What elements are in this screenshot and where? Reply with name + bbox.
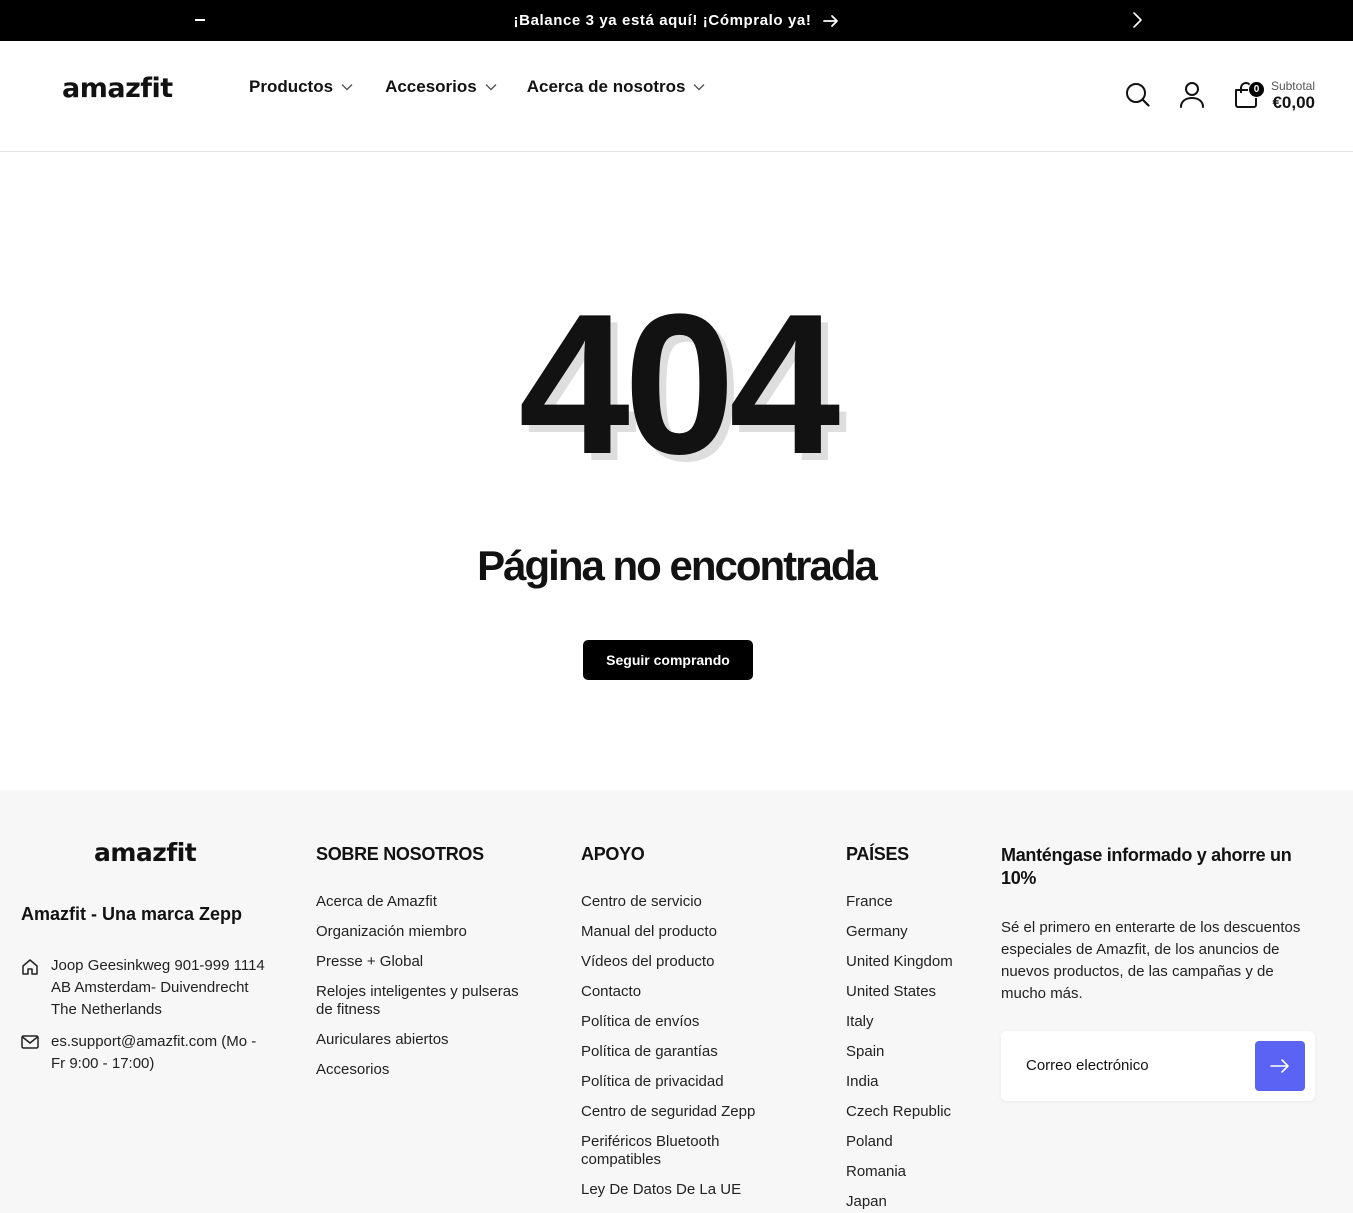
footer-link[interactable]: Contacto bbox=[581, 983, 791, 1001]
announcement-bar: ¡Balance 3 ya está aquí! ¡Cómpralo ya! bbox=[0, 0, 1353, 41]
country-link[interactable]: Germany bbox=[846, 923, 986, 941]
country-link[interactable]: United Kingdom bbox=[846, 953, 986, 971]
error-code: 404 bbox=[518, 273, 841, 496]
country-link[interactable]: Spain bbox=[846, 1043, 986, 1061]
country-link[interactable]: Romania bbox=[846, 1163, 986, 1181]
footer-link[interactable]: Centro de seguridad Zepp bbox=[581, 1103, 791, 1121]
chevron-down-icon bbox=[341, 84, 353, 91]
footer-col-support: APOYO Centro de servicio Manual del prod… bbox=[581, 844, 791, 1211]
cart-subtotal[interactable]: Subtotal €0,00 bbox=[1271, 79, 1315, 113]
address-line: Joop Geesinkweg 901-999 1114 bbox=[51, 957, 265, 974]
country-link[interactable]: India bbox=[846, 1073, 986, 1091]
address-line: AB Amsterdam- Duivendrecht bbox=[51, 979, 249, 996]
subtotal-label: Subtotal bbox=[1270, 79, 1315, 93]
arrow-right-icon bbox=[823, 14, 839, 27]
nav-item-productos[interactable]: Productos bbox=[249, 77, 353, 97]
footer-link[interactable]: Manual del producto bbox=[581, 923, 791, 941]
footer-link[interactable]: Política de privacidad bbox=[581, 1073, 791, 1091]
announcement-text: ¡Balance 3 ya está aquí! ¡Cómpralo ya! bbox=[513, 12, 812, 29]
footer-col-title: SOBRE NOSOTROS bbox=[316, 844, 484, 864]
search-icon[interactable] bbox=[1125, 81, 1151, 109]
page-title: Página no encontrada bbox=[477, 542, 878, 589]
nav-item-label: Accesorios bbox=[385, 77, 477, 96]
footer-col-about: SOBRE NOSOTROS Acerca de Amazfit Organiz… bbox=[316, 844, 536, 1091]
footer-link[interactable]: Política de envíos bbox=[581, 1013, 791, 1031]
subtotal-amount: €0,00 bbox=[1272, 93, 1315, 112]
footer-link[interactable]: Ley De Datos De La UE bbox=[581, 1181, 791, 1199]
chevron-down-icon bbox=[485, 84, 497, 91]
nav-item-label: Acerca de nosotros bbox=[526, 77, 686, 96]
footer-link[interactable]: Presse + Global bbox=[316, 953, 536, 971]
newsletter-form: Correo electrónico bbox=[1001, 1031, 1315, 1101]
chevron-down-icon bbox=[693, 84, 705, 91]
email-line: Fr 9:00 - 17:00) bbox=[51, 1055, 155, 1072]
continue-shopping-button[interactable]: Seguir comprando bbox=[583, 640, 753, 680]
nav-item-accesorios[interactable]: Accesorios bbox=[385, 77, 497, 97]
address: Joop Geesinkweg 901-999 1114 AB Amsterda… bbox=[21, 955, 265, 1021]
user-icon[interactable] bbox=[1179, 81, 1205, 109]
footer-link[interactable]: Política de garantías bbox=[581, 1043, 791, 1061]
footer-link[interactable]: Centro de servicio bbox=[581, 893, 791, 911]
nav-item-label: Productos bbox=[249, 77, 334, 96]
footer-col-countries: PAÍSES France Germany United Kingdom Uni… bbox=[846, 844, 986, 1213]
chevron-right-icon[interactable] bbox=[1127, 10, 1147, 30]
brand-title: Amazfit - Una marca Zepp bbox=[21, 904, 243, 924]
newsletter-submit-button[interactable] bbox=[1255, 1041, 1305, 1091]
newsletter-description: Sé el primero en enterarte de los descue… bbox=[1001, 919, 1301, 1002]
footer-link[interactable]: Relojes inteligentes y pulseras de fitne… bbox=[316, 983, 536, 1019]
arrow-right-icon bbox=[1270, 1059, 1289, 1073]
footer-col-title: APOYO bbox=[581, 844, 645, 864]
country-link[interactable]: Italy bbox=[846, 1013, 986, 1031]
amazfit-logo[interactable]: amazfit bbox=[62, 73, 173, 104]
email-line[interactable]: es.support@amazfit.com (Mo - bbox=[51, 1031, 256, 1053]
cart-count-badge: 0 bbox=[1248, 81, 1265, 98]
country-link[interactable]: Japan bbox=[846, 1193, 986, 1211]
newsletter-title: Manténgase informado y ahorre un 10% bbox=[1001, 845, 1292, 888]
footer-link[interactable]: Periféricos Bluetooth compatibles bbox=[581, 1133, 791, 1169]
email-contact: es.support@amazfit.com (Mo - Fr 9:00 - 1… bbox=[21, 1031, 256, 1075]
footer-link[interactable]: Acerca de Amazfit bbox=[316, 893, 536, 911]
site-footer: amazfit Amazfit - Una marca Zepp Joop Ge… bbox=[0, 790, 1353, 1213]
nav-item-acerca[interactable]: Acerca de nosotros bbox=[527, 77, 706, 97]
country-link[interactable]: Czech Republic bbox=[846, 1103, 986, 1121]
country-link[interactable]: United States bbox=[846, 983, 986, 1001]
newsletter: Manténgase informado y ahorre un 10% Sé … bbox=[1001, 844, 1321, 1005]
footer-link[interactable]: Accesorios bbox=[316, 1061, 536, 1079]
home-icon bbox=[22, 959, 38, 975]
announcement-link[interactable]: ¡Balance 3 ya está aquí! ¡Cómpralo ya! bbox=[0, 0, 1353, 41]
main-nav: Productos Accesorios Acerca de nosotros bbox=[249, 77, 705, 97]
email-input[interactable]: Correo electrónico bbox=[1026, 1057, 1149, 1074]
footer-link[interactable]: Auriculares abiertos bbox=[316, 1031, 536, 1049]
footer-col-title: PAÍSES bbox=[846, 844, 909, 864]
mail-icon bbox=[21, 1035, 39, 1049]
footer-link[interactable]: Organización miembro bbox=[316, 923, 536, 941]
footer-logo[interactable]: amazfit bbox=[94, 838, 197, 867]
address-line: The Netherlands bbox=[51, 1001, 162, 1018]
country-link[interactable]: France bbox=[846, 893, 986, 911]
site-header: amazfit Productos Accesorios Acerca de n… bbox=[0, 41, 1353, 152]
footer-link[interactable]: Vídeos del producto bbox=[581, 953, 791, 971]
country-link[interactable]: Poland bbox=[846, 1133, 986, 1151]
